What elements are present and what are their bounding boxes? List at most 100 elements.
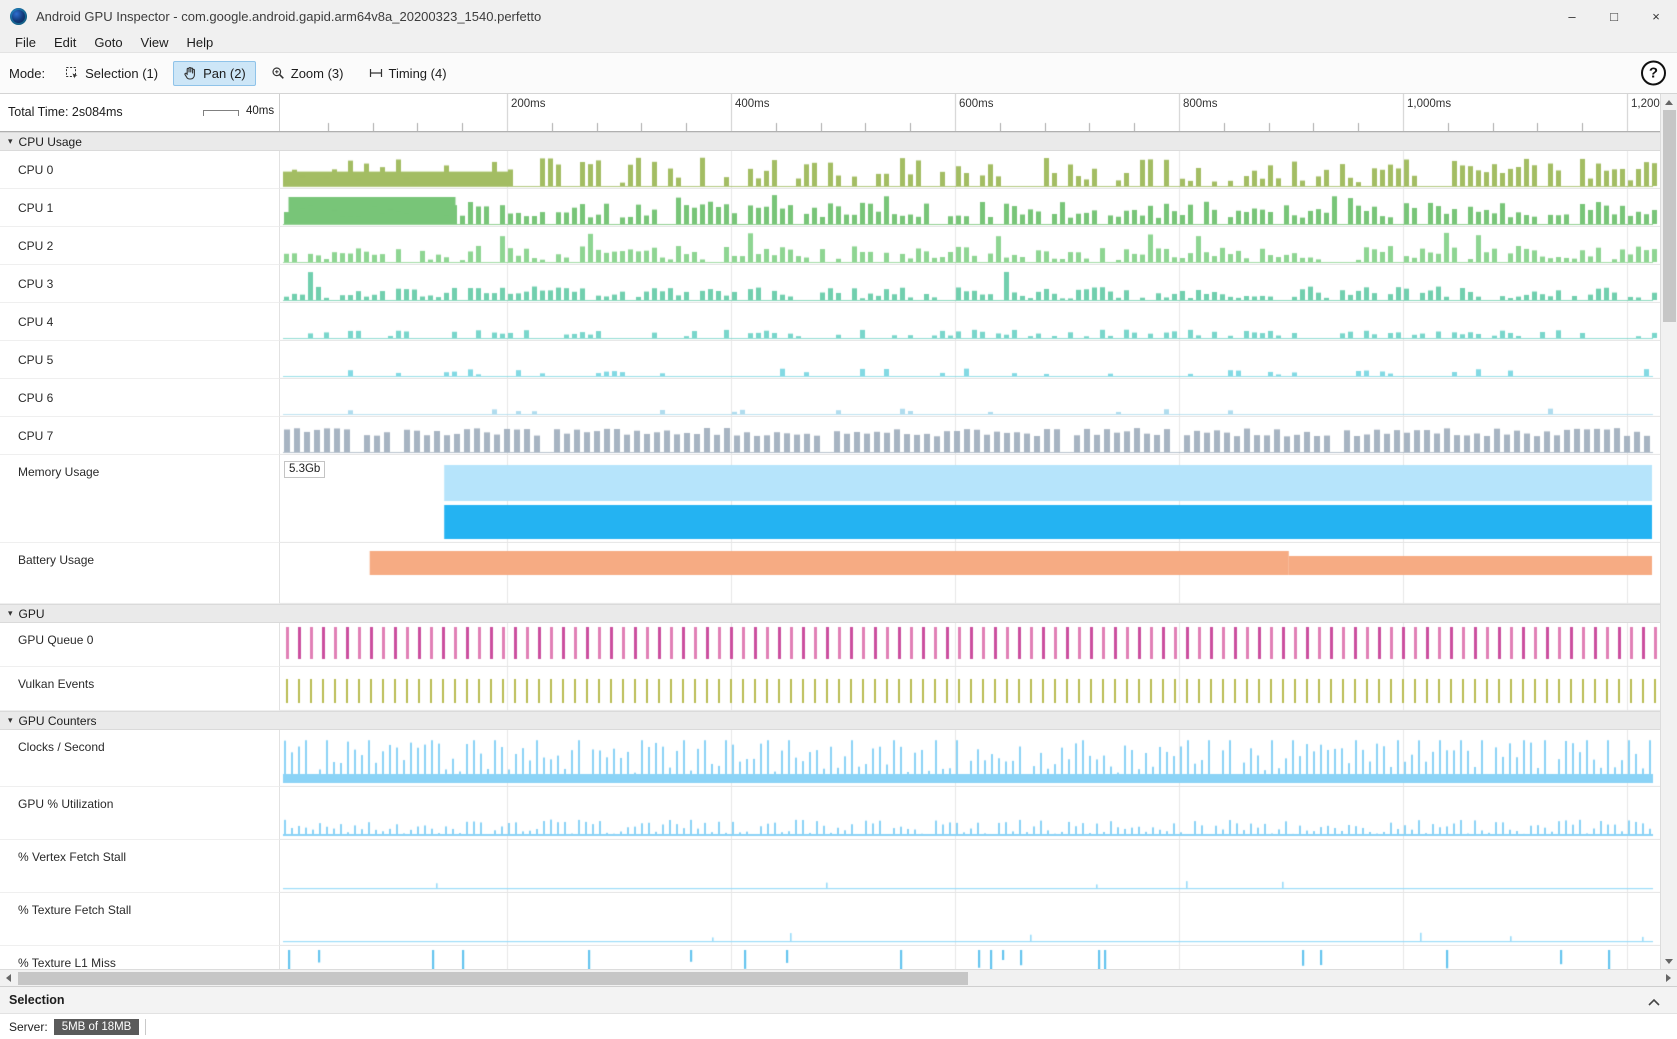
track-chart-gpu-queue-0[interactable]	[280, 623, 1660, 667]
server-label: Server:	[9, 1020, 48, 1034]
track-row-cpu-0: CPU 0	[0, 151, 1660, 189]
track-label: CPU 3	[0, 265, 280, 303]
selection-icon	[65, 66, 79, 80]
track-label: Battery Usage	[0, 543, 280, 604]
scroll-up-arrow-icon[interactable]	[1661, 95, 1677, 109]
track-chart-texture-fetch-stall[interactable]	[280, 893, 1660, 946]
minimize-button[interactable]: –	[1551, 0, 1593, 32]
track-row-cpu-6: CPU 6	[0, 379, 1660, 417]
menubar: File Edit Goto View Help	[0, 32, 1677, 52]
track-chart-cpu-0[interactable]	[280, 151, 1660, 189]
track-chart-cpu-4[interactable]	[280, 303, 1660, 341]
track-row-vertex-fetch-stall: % Vertex Fetch Stall	[0, 840, 1660, 893]
group-label: CPU Usage	[19, 135, 82, 149]
scroll-down-arrow-icon[interactable]	[1661, 954, 1677, 968]
track-label: CPU 6	[0, 379, 280, 417]
track-label: % Vertex Fetch Stall	[0, 840, 280, 893]
track-chart-vulkan-events[interactable]	[280, 667, 1660, 711]
help-button[interactable]: ?	[1641, 61, 1666, 86]
toolbar: Mode: Selection (1) Pan (2) Zoom (3) Tim…	[0, 52, 1677, 94]
maximize-button[interactable]: □	[1593, 0, 1635, 32]
track-row-clocks-second: Clocks / Second	[0, 730, 1660, 787]
track-row-cpu-7: CPU 7	[0, 417, 1660, 455]
track-chart-cpu-1[interactable]	[280, 189, 1660, 227]
track-label: Memory Usage	[0, 455, 280, 543]
zoom-mode-button[interactable]: Zoom (3)	[261, 61, 354, 86]
track-row-cpu-3: CPU 3	[0, 265, 1660, 303]
track-chart-cpu-5[interactable]	[280, 341, 1660, 379]
vertical-scrollbar-thumb[interactable]	[1663, 110, 1676, 322]
track-label: % Texture Fetch Stall	[0, 893, 280, 946]
track-chart-cpu-2[interactable]	[280, 227, 1660, 265]
track-label: CPU 5	[0, 341, 280, 379]
group-label: GPU	[19, 607, 45, 621]
vertical-scrollbar[interactable]	[1660, 94, 1677, 969]
selection-panel-header[interactable]: Selection	[0, 986, 1677, 1013]
track-chart-vertex-fetch-stall[interactable]	[280, 840, 1660, 893]
scale-indicator-icon	[203, 110, 239, 116]
window-title: Android GPU Inspector - com.google.andro…	[36, 9, 541, 24]
menu-item-view[interactable]: View	[132, 35, 178, 50]
track-label: % Texture L1 Miss	[0, 946, 280, 969]
group-header-gpu[interactable]: ▾ GPU	[0, 604, 1660, 623]
track-chart-cpu-7[interactable]	[280, 417, 1660, 455]
statusbar: Server: 5MB of 18MB	[0, 1013, 1677, 1039]
horizontal-scrollbar-thumb[interactable]	[18, 972, 968, 985]
timeline-ruler: Total Time: 2s084ms 40ms 200ms400ms600ms…	[0, 94, 1660, 132]
track-row-battery-usage: Battery Usage	[0, 543, 1660, 604]
track-chart-memory-usage[interactable]	[280, 455, 1660, 543]
pan-mode-button[interactable]: Pan (2)	[173, 61, 256, 86]
collapse-triangle-icon: ▾	[8, 137, 13, 146]
track-label: CPU 2	[0, 227, 280, 265]
track-label: CPU 0	[0, 151, 280, 189]
collapse-triangle-icon: ▾	[8, 609, 13, 618]
timing-mode-label: Timing (4)	[389, 66, 447, 81]
scale-label: 40ms	[246, 105, 274, 117]
track-row-cpu-4: CPU 4	[0, 303, 1660, 341]
track-chart-clocks-second[interactable]	[280, 730, 1660, 787]
group-header-gpu-counters[interactable]: ▾ GPU Counters	[0, 711, 1660, 730]
horizontal-scrollbar[interactable]	[0, 969, 1677, 986]
pan-hand-icon	[183, 66, 197, 80]
track-row-cpu-1: CPU 1	[0, 189, 1660, 227]
selection-mode-label: Selection (1)	[85, 66, 158, 81]
track-label: Clocks / Second	[0, 730, 280, 787]
titlebar: Android GPU Inspector - com.google.andro…	[0, 0, 1677, 32]
menu-item-edit[interactable]: Edit	[45, 35, 85, 50]
track-label: CPU 4	[0, 303, 280, 341]
selection-panel-title: Selection	[9, 993, 65, 1007]
memory-value-label: 5.3Gb	[284, 461, 325, 478]
group-header-cpu-usage[interactable]: ▾ CPU Usage	[0, 132, 1660, 151]
server-memory-badge: 5MB of 18MB	[54, 1019, 140, 1035]
track-row-cpu-5: CPU 5	[0, 341, 1660, 379]
track-label: Vulkan Events	[0, 667, 280, 711]
track-row-texture-l1-miss: % Texture L1 Miss	[0, 946, 1660, 969]
status-divider	[145, 1019, 146, 1035]
menu-item-goto[interactable]: Goto	[85, 35, 131, 50]
track-chart-battery-usage[interactable]	[280, 543, 1660, 604]
group-label: GPU Counters	[19, 714, 97, 728]
selection-mode-button[interactable]: Selection (1)	[55, 61, 168, 86]
track-label: GPU % Utilization	[0, 787, 280, 840]
menu-item-help[interactable]: Help	[178, 35, 223, 50]
track-chart-cpu-6[interactable]	[280, 379, 1660, 417]
track-chart-texture-l1-miss[interactable]	[280, 946, 1660, 969]
total-time-label: Total Time: 2s084ms	[8, 105, 123, 119]
timing-mode-button[interactable]: Timing (4)	[359, 61, 457, 86]
track-row-gpu-utilization: GPU % Utilization	[0, 787, 1660, 840]
timing-icon	[369, 66, 383, 80]
ruler-left-panel: Total Time: 2s084ms 40ms	[0, 94, 280, 131]
scroll-right-arrow-icon[interactable]	[1660, 970, 1677, 986]
track-chart-cpu-3[interactable]	[280, 265, 1660, 303]
track-row-cpu-2: CPU 2	[0, 227, 1660, 265]
ruler-tick-label: 600ms	[959, 98, 994, 110]
close-button[interactable]: ×	[1635, 0, 1677, 32]
track-chart-gpu-utilization[interactable]	[280, 787, 1660, 840]
track-row-texture-fetch-stall: % Texture Fetch Stall	[0, 893, 1660, 946]
window-controls: – □ ×	[1551, 0, 1677, 32]
scroll-left-arrow-icon[interactable]	[0, 970, 17, 986]
chevron-up-icon[interactable]	[1647, 994, 1661, 1012]
collapse-triangle-icon: ▾	[8, 716, 13, 725]
menu-item-file[interactable]: File	[6, 35, 45, 50]
ruler-chart[interactable]: 200ms400ms600ms800ms1,000ms1,200ms	[280, 94, 1660, 131]
